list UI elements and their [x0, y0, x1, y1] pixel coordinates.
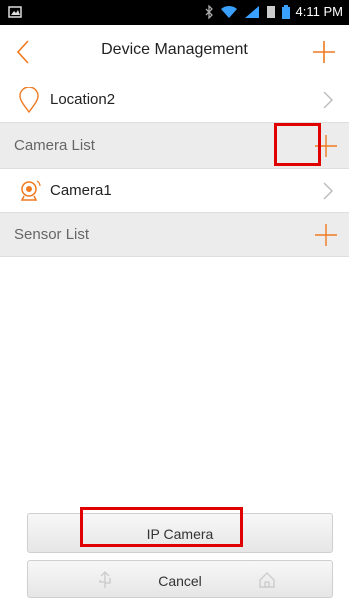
gallery-notification-icon	[8, 6, 22, 18]
battery-icon	[281, 4, 290, 19]
status-bar: 4:11 PM	[0, 0, 349, 25]
add-sensor-plus-icon[interactable]	[313, 222, 339, 248]
sensor-list-section: Sensor List	[0, 213, 349, 257]
bluetooth-icon	[205, 4, 213, 19]
camera-icon	[20, 180, 41, 201]
sensor-list-label: Sensor List	[14, 226, 90, 243]
wifi-icon	[220, 5, 237, 18]
camera-label: Camera1	[50, 182, 112, 199]
add-location-plus-icon[interactable]	[309, 37, 339, 67]
header-bar: Device Management	[0, 25, 349, 78]
signal-icon	[244, 5, 259, 18]
cancel-button[interactable]: Cancel	[27, 560, 333, 598]
page-title: Device Management	[101, 41, 248, 58]
camera-list-section: Camera List	[0, 123, 349, 169]
add-camera-plus-icon[interactable]	[313, 133, 339, 159]
location-row[interactable]: Location2	[0, 77, 349, 123]
status-time: 4:11 PM	[295, 4, 343, 19]
location-pin-icon	[19, 87, 39, 113]
chevron-right-icon	[323, 182, 333, 200]
cancel-label: Cancel	[158, 573, 202, 589]
chevron-right-icon	[323, 91, 333, 109]
location-label: Location2	[50, 91, 116, 108]
camera-row[interactable]: Camera1	[0, 169, 349, 213]
usb-icon	[99, 571, 111, 588]
home-icon	[259, 572, 275, 588]
sim-icon	[266, 5, 275, 18]
camera-list-label: Camera List	[14, 137, 95, 154]
ip-camera-button[interactable]: IP Camera	[27, 513, 333, 553]
